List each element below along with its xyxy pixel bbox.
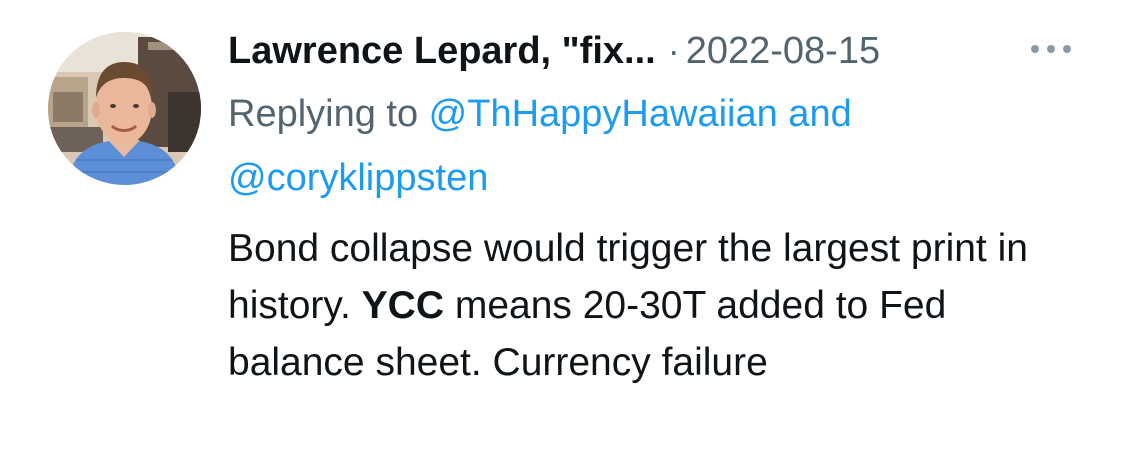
author-display-name[interactable]: Lawrence Lepard, "fix...	[228, 30, 656, 73]
tweet-text-bold: YCC	[361, 284, 444, 327]
more-horizontal-icon[interactable]	[1028, 36, 1074, 62]
avatar-photo	[48, 32, 201, 185]
header-separator: ·	[667, 30, 680, 71]
replying-to-label: Replying to	[228, 93, 429, 135]
mention-link[interactable]: @ThHappyHawaiian	[429, 93, 778, 135]
tweet: Lawrence Lepard, "fix... · 2022-08-15 Re…	[0, 0, 1125, 467]
mention-conjunction[interactable]: and	[778, 93, 851, 135]
replying-to: Replying to @ThHappyHawaiian and @corykli…	[228, 82, 1088, 210]
tweet-header: Lawrence Lepard, "fix... · 2022-08-15	[228, 24, 880, 78]
avatar[interactable]	[48, 32, 201, 185]
tweet-timestamp[interactable]: 2022-08-15	[686, 30, 880, 73]
tweet-text: Bond collapse would trigger the largest …	[228, 220, 1088, 391]
mention-link[interactable]: @coryklippsten	[228, 157, 488, 199]
